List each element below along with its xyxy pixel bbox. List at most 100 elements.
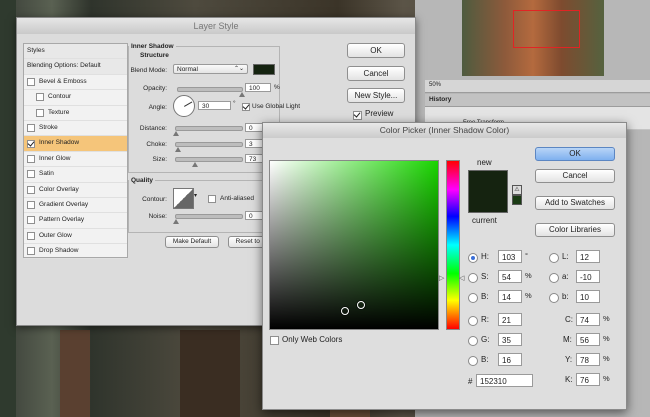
- style-checkbox[interactable]: [27, 170, 35, 179]
- brightness-radio[interactable]: [468, 293, 478, 303]
- choke-label: Choke:: [146, 141, 167, 148]
- style-checkbox[interactable]: [27, 77, 35, 86]
- blend-mode-select[interactable]: Normal ⌃⌄: [173, 64, 248, 74]
- noise-slider-thumb[interactable]: [173, 219, 179, 224]
- style-checkbox[interactable]: [27, 231, 35, 240]
- b-channel-input[interactable]: 10: [576, 290, 600, 303]
- color-picker-ring[interactable]: [341, 307, 349, 315]
- navigator-view-box[interactable]: [513, 10, 580, 48]
- style-checkbox[interactable]: [27, 154, 35, 163]
- ok-button[interactable]: OK: [535, 147, 615, 161]
- color-picker-ring[interactable]: [357, 301, 365, 309]
- hue-radio[interactable]: [468, 253, 478, 263]
- styles-list-item-label: Outer Glow: [39, 231, 72, 239]
- red-input[interactable]: 21: [498, 313, 522, 326]
- cyan-input[interactable]: 74: [576, 313, 600, 326]
- use-global-light-checkbox[interactable]: [242, 103, 250, 111]
- styles-list-item[interactable]: Stroke: [24, 121, 127, 137]
- styles-list-item-label: Inner Shadow: [39, 139, 80, 147]
- magenta-input[interactable]: 56: [576, 333, 600, 346]
- style-checkbox[interactable]: [27, 247, 35, 256]
- new-style-button[interactable]: New Style...: [347, 88, 405, 103]
- styles-list-item-label: Inner Glow: [39, 154, 71, 162]
- red-radio[interactable]: [468, 316, 478, 326]
- cancel-button[interactable]: Cancel: [347, 66, 405, 81]
- style-checkbox[interactable]: [36, 108, 44, 117]
- anti-aliased-checkbox[interactable]: [208, 195, 216, 203]
- distance-slider-thumb[interactable]: [173, 131, 179, 136]
- hex-input[interactable]: 152310: [476, 374, 533, 387]
- web-safe-color-icon[interactable]: [512, 195, 522, 205]
- ok-button[interactable]: OK: [347, 43, 405, 58]
- zoom-level[interactable]: 50%: [429, 82, 441, 88]
- only-web-colors-checkbox[interactable]: [270, 336, 279, 345]
- opacity-input[interactable]: 100: [245, 83, 271, 92]
- b-channel-radio[interactable]: [549, 293, 559, 303]
- shadow-color-swatch[interactable]: [253, 64, 275, 75]
- choke-slider[interactable]: [174, 142, 243, 152]
- styles-list-item-label: Gradient Overlay: [39, 200, 89, 208]
- color-libraries-button[interactable]: Color Libraries: [535, 223, 615, 237]
- a-channel-radio[interactable]: [549, 273, 559, 283]
- hue-input[interactable]: 103: [498, 250, 522, 263]
- yellow-input[interactable]: 78: [576, 353, 600, 366]
- chevron-down-icon[interactable]: ▾: [194, 192, 197, 199]
- history-tab[interactable]: History: [429, 96, 451, 103]
- preview-checkbox[interactable]: [353, 111, 362, 120]
- lightness-radio[interactable]: [549, 253, 559, 263]
- blue-input[interactable]: 16: [498, 353, 522, 366]
- size-slider[interactable]: [175, 157, 243, 167]
- styles-list-item[interactable]: Outer Glow: [24, 229, 127, 245]
- noise-slider[interactable]: [173, 214, 243, 224]
- green-radio[interactable]: [468, 336, 478, 346]
- lightness-input[interactable]: 12: [576, 250, 600, 263]
- hue-slider[interactable]: [446, 160, 460, 330]
- out-of-gamut-icon[interactable]: ⚠: [512, 185, 522, 195]
- styles-list-item[interactable]: Texture: [24, 106, 127, 121]
- color-picker-title: Color Picker (Inner Shadow Color): [263, 123, 626, 138]
- green-input[interactable]: 35: [498, 333, 522, 346]
- contour-preview[interactable]: [173, 188, 194, 209]
- black-input[interactable]: 76: [576, 373, 600, 386]
- angle-input[interactable]: 30: [198, 101, 231, 110]
- style-checkbox[interactable]: [27, 201, 35, 210]
- styles-list-item[interactable]: Styles: [24, 44, 127, 60]
- hue-slider-right-arrow[interactable]: ◁: [459, 274, 464, 282]
- size-slider-thumb[interactable]: [192, 162, 199, 167]
- styles-list-item[interactable]: Blending Options: Default: [24, 59, 127, 75]
- styles-list-item[interactable]: Inner Glow: [24, 152, 127, 168]
- styles-list-item[interactable]: Drop Shadow: [24, 244, 127, 260]
- style-checkbox[interactable]: [27, 124, 35, 133]
- current-color-swatch[interactable]: [468, 191, 508, 213]
- opacity-unit: %: [274, 84, 280, 91]
- a-channel-input[interactable]: -10: [576, 270, 600, 283]
- styles-list-item[interactable]: Color Overlay: [24, 183, 127, 198]
- saturation-input[interactable]: 54: [498, 270, 522, 283]
- add-to-swatches-button[interactable]: Add to Swatches: [535, 196, 615, 210]
- brightness-input[interactable]: 14: [498, 290, 522, 303]
- styles-list-item[interactable]: Gradient Overlay: [24, 198, 127, 214]
- make-default-button[interactable]: Make Default: [165, 236, 219, 248]
- c-label: C:: [565, 315, 573, 324]
- styles-list-item[interactable]: Inner Shadow: [24, 136, 127, 152]
- angle-dial[interactable]: [173, 95, 195, 117]
- choke-slider-thumb[interactable]: [174, 147, 181, 152]
- styles-list-item[interactable]: Pattern Overlay: [24, 213, 127, 229]
- styles-list-item[interactable]: Satin: [24, 167, 127, 183]
- hue-slider-left-arrow[interactable]: ▷: [439, 274, 444, 282]
- styles-list-item[interactable]: Bevel & Emboss: [24, 75, 127, 91]
- cyan-unit: %: [603, 314, 610, 323]
- style-checkbox[interactable]: [27, 139, 35, 148]
- blue-radio[interactable]: [468, 356, 478, 366]
- saturation-radio[interactable]: [468, 273, 478, 283]
- distance-slider[interactable]: [173, 126, 243, 136]
- hex-label: #: [468, 377, 473, 386]
- opacity-slider-thumb[interactable]: [239, 92, 245, 97]
- style-checkbox[interactable]: [27, 216, 35, 225]
- cancel-button[interactable]: Cancel: [535, 169, 615, 183]
- style-checkbox[interactable]: [36, 93, 44, 102]
- color-field[interactable]: [269, 160, 439, 330]
- styles-list-item[interactable]: Contour: [24, 90, 127, 106]
- style-checkbox[interactable]: [27, 185, 35, 194]
- opacity-slider[interactable]: [177, 87, 245, 97]
